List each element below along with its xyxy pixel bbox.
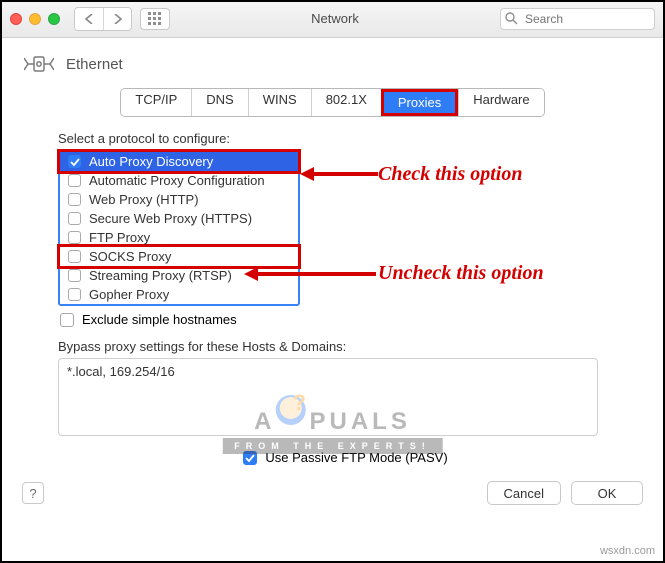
checkbox-icon[interactable] xyxy=(68,231,81,244)
search-input[interactable] xyxy=(500,8,655,30)
traffic-lights[interactable] xyxy=(10,13,60,25)
forward-button[interactable] xyxy=(103,8,131,30)
back-button[interactable] xyxy=(75,8,103,30)
source-credit: wsxdn.com xyxy=(600,545,655,557)
proto-label: FTP Proxy xyxy=(89,230,150,245)
proto-label: Streaming Proxy (RTSP) xyxy=(89,268,232,283)
proto-label: SOCKS Proxy xyxy=(89,249,171,264)
bypass-label: Bypass proxy settings for these Hosts & … xyxy=(58,339,633,354)
proto-label: Secure Web Proxy (HTTPS) xyxy=(89,211,252,226)
tab-wins[interactable]: WINS xyxy=(248,89,311,116)
checkbox-icon[interactable] xyxy=(68,174,81,187)
cancel-button[interactable]: Cancel xyxy=(487,481,561,505)
protocol-list[interactable]: Auto Proxy Discovery Automatic Proxy Con… xyxy=(58,150,300,306)
exclude-label: Exclude simple hostnames xyxy=(82,312,237,327)
proto-gopher[interactable]: Gopher Proxy xyxy=(60,285,298,304)
pane-header: Ethernet xyxy=(0,38,665,88)
proto-https[interactable]: Secure Web Proxy (HTTPS) xyxy=(60,209,298,228)
connection-name: Ethernet xyxy=(66,56,123,73)
ok-button[interactable]: OK xyxy=(571,481,643,505)
proto-http[interactable]: Web Proxy (HTTP) xyxy=(60,190,298,209)
nav-back-forward[interactable] xyxy=(74,7,132,31)
show-all-button[interactable] xyxy=(140,8,170,30)
pasv-checkbox[interactable] xyxy=(243,451,257,465)
checkbox-icon[interactable] xyxy=(68,250,81,263)
checkbox-icon[interactable] xyxy=(68,193,81,206)
window-title: Network xyxy=(178,11,492,26)
search-icon xyxy=(505,12,518,28)
minimize-window-icon[interactable] xyxy=(29,13,41,25)
proto-label: Web Proxy (HTTP) xyxy=(89,192,199,207)
checkbox-icon[interactable] xyxy=(68,212,81,225)
bypass-textarea[interactable]: *.local, 169.254/16 xyxy=(58,358,598,436)
tab-dns[interactable]: DNS xyxy=(191,89,247,116)
protocol-section-label: Select a protocol to configure: xyxy=(58,131,633,146)
ethernet-icon xyxy=(24,52,54,76)
tab-bar: TCP/IP DNS WINS 802.1X Proxies Hardware xyxy=(120,88,544,117)
tab-proxies[interactable]: Proxies xyxy=(384,92,455,113)
checkbox-icon[interactable] xyxy=(68,288,81,301)
checkbox-icon[interactable] xyxy=(68,269,81,282)
tab-8021x[interactable]: 802.1X xyxy=(311,89,381,116)
window-titlebar: Network xyxy=(0,0,665,38)
maximize-window-icon[interactable] xyxy=(48,13,60,25)
annotation-highlight-proxies-tab: Proxies xyxy=(381,89,458,116)
close-window-icon[interactable] xyxy=(10,13,22,25)
proto-auto-config[interactable]: Automatic Proxy Configuration xyxy=(60,171,298,190)
proto-label: Automatic Proxy Configuration xyxy=(89,173,265,188)
proto-auto-discovery[interactable]: Auto Proxy Discovery xyxy=(60,152,298,171)
proto-socks[interactable]: SOCKS Proxy xyxy=(60,247,298,266)
help-button[interactable]: ? xyxy=(22,482,44,504)
tab-tcpip[interactable]: TCP/IP xyxy=(121,89,191,116)
exclude-checkbox[interactable] xyxy=(60,313,74,327)
proto-label: Auto Proxy Discovery xyxy=(89,154,213,169)
tab-hardware[interactable]: Hardware xyxy=(458,89,543,116)
pasv-label: Use Passive FTP Mode (PASV) xyxy=(265,450,447,465)
proto-rtsp[interactable]: Streaming Proxy (RTSP) xyxy=(60,266,298,285)
checkbox-icon[interactable] xyxy=(68,155,81,168)
proto-label: Gopher Proxy xyxy=(89,287,169,302)
